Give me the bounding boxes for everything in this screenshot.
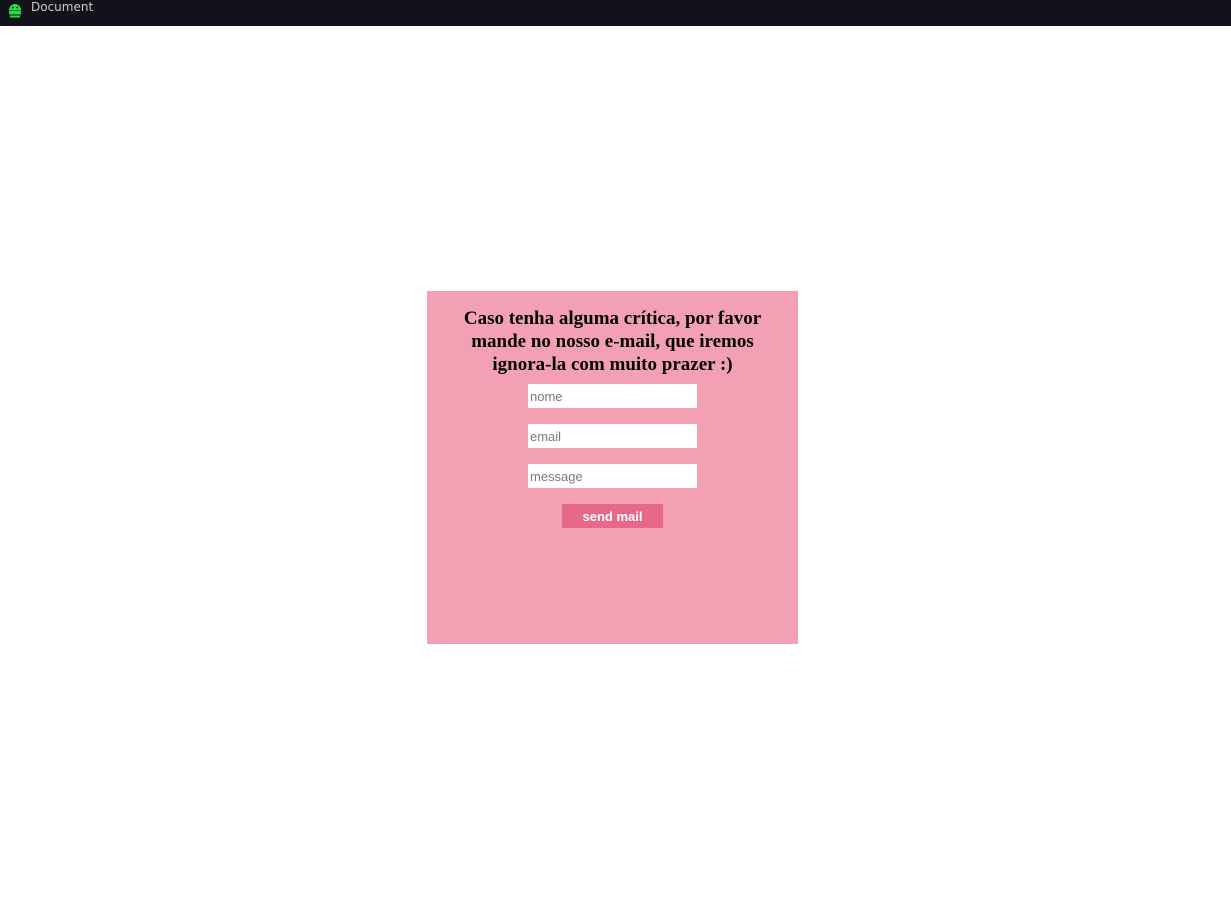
- email-input[interactable]: [528, 424, 697, 448]
- window-title: Document: [31, 0, 94, 14]
- name-input[interactable]: [528, 384, 697, 408]
- android-robot-icon: [9, 4, 21, 18]
- message-input[interactable]: [528, 464, 697, 488]
- form-heading: Caso tenha alguma crítica, por favor man…: [463, 308, 762, 375]
- send-mail-button[interactable]: send mail: [562, 504, 663, 528]
- contact-form: Caso tenha alguma crítica, por favor man…: [427, 291, 798, 644]
- window-titlebar: Document: [0, 0, 1231, 26]
